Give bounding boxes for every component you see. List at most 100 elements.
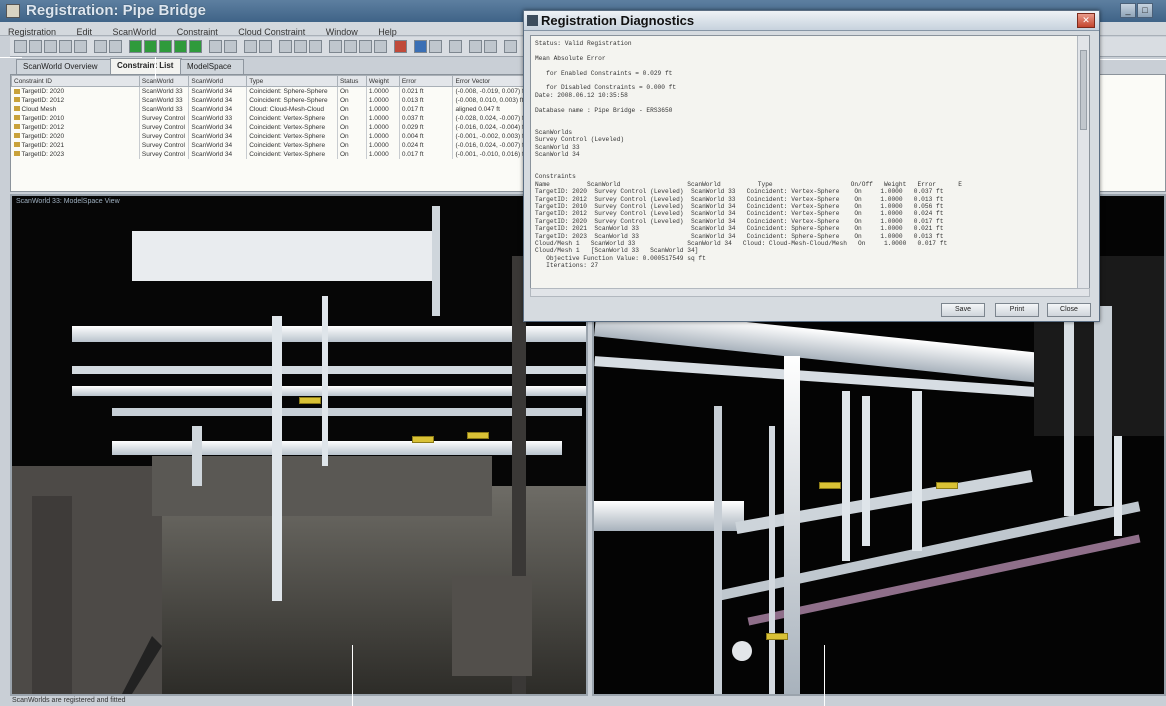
move-icon[interactable]: [374, 40, 387, 53]
rotate-icon[interactable]: [294, 40, 307, 53]
table-cell: On: [337, 140, 367, 150]
green-layer-icon[interactable]: [159, 40, 172, 53]
tab-constraint-list[interactable]: Constraint List: [110, 58, 182, 74]
measure-icon[interactable]: [469, 40, 482, 53]
callout-line: [0, 57, 22, 58]
window-title: Registration: Pipe Bridge: [26, 2, 207, 19]
column-header[interactable]: Status: [336, 75, 367, 87]
table-cell: 0.037 ft: [399, 113, 454, 123]
column-header[interactable]: Type: [246, 75, 338, 87]
close-button[interactable]: Close: [1047, 303, 1091, 317]
column-header[interactable]: Constraint ID: [11, 75, 140, 87]
select-icon[interactable]: [344, 40, 357, 53]
refresh-icon[interactable]: [29, 40, 42, 53]
rotate-icon[interactable]: [279, 40, 292, 53]
table-row[interactable]: TargetID: 2020 ScanWorld 33 ScanWorld 34 Co…: [11, 86, 531, 96]
tab-scanworld-overview[interactable]: ScanWorld Overview: [16, 59, 112, 74]
register-icon[interactable]: [94, 40, 107, 53]
column-header[interactable]: ScanWorld: [138, 75, 190, 87]
add-icon[interactable]: [14, 40, 27, 53]
left-point-cloud-viewport[interactable]: ScanWorld 33: ModelSpace View: [10, 194, 588, 696]
horizontal-scrollbar[interactable]: [530, 288, 1090, 297]
table-cell: Survey Control: [139, 140, 190, 150]
table-cell: 1.0000: [366, 140, 400, 150]
table-cell: ScanWorld 33: [188, 113, 248, 123]
delete-icon[interactable]: [74, 40, 87, 53]
target-icon[interactable]: [429, 40, 442, 53]
table-cell: TargetID: 2021: [11, 140, 140, 150]
green-layer-icon[interactable]: [174, 40, 187, 53]
column-header[interactable]: Error Vector: [452, 75, 531, 87]
target-tag[interactable]: [467, 432, 489, 439]
green-layer-icon[interactable]: [144, 40, 157, 53]
close-icon[interactable]: [484, 40, 497, 53]
column-header[interactable]: Weight: [365, 75, 400, 87]
pan-icon[interactable]: [259, 40, 272, 53]
table-cell: TargetID: 2012: [11, 95, 140, 105]
green-layer-icon[interactable]: [129, 40, 142, 53]
table-cell: On: [337, 131, 367, 141]
save-button[interactable]: Save: [941, 303, 985, 317]
table-cell: On: [337, 149, 367, 159]
table-cell: ScanWorld 34: [188, 149, 248, 159]
rotate-icon[interactable]: [309, 40, 322, 53]
table-row[interactable]: TargetID: 2012 Survey Control ScanWorld 34…: [11, 122, 531, 132]
table-row[interactable]: TargetID: 2012 ScanWorld 33 ScanWorld 34 Co…: [11, 95, 531, 105]
select-icon[interactable]: [359, 40, 372, 53]
table-cell: ScanWorld 33: [139, 95, 190, 105]
table-cell: Survey Control: [139, 131, 190, 141]
table-row[interactable]: TargetID: 2020 Survey Control ScanWorld 34…: [11, 131, 531, 141]
table-cell: On: [337, 95, 367, 105]
column-header[interactable]: Error: [398, 75, 454, 87]
table-cell: Coincident: Vertex-Sphere: [246, 131, 338, 141]
table-cell: (-0.016, 0.024, -0.007) ft: [452, 140, 531, 150]
print-button[interactable]: Print: [995, 303, 1039, 317]
green-layer-icon[interactable]: [189, 40, 202, 53]
tab-modelspace[interactable]: ModelSpace: [180, 59, 244, 74]
table-cell: ScanWorld 34: [188, 104, 248, 114]
dialog-title-bar[interactable]: Registration Diagnostics ✕: [524, 11, 1099, 31]
cloud-icon[interactable]: [414, 40, 427, 53]
table-cell: ScanWorld 33: [139, 86, 190, 96]
table-row[interactable]: TargetID: 2023 Survey Control ScanWorld 34…: [11, 149, 531, 159]
dialog-close-icon[interactable]: ✕: [1077, 13, 1095, 28]
table-row[interactable]: Cloud Mesh ScanWorld 33 ScanWorld 34 Cloud:…: [11, 104, 531, 114]
settings-icon[interactable]: [504, 40, 517, 53]
maximize-button[interactable]: □: [1137, 3, 1153, 18]
table-cell: 1.0000: [366, 149, 400, 159]
table-cell: Cloud Mesh: [11, 104, 140, 114]
dialog-title: Registration Diagnostics: [541, 13, 695, 28]
target-tag[interactable]: [412, 436, 434, 443]
diagnostics-text: Status: Valid Registration Mean Absolute…: [535, 40, 963, 270]
table-cell: On: [337, 104, 367, 114]
column-header[interactable]: ScanWorld: [188, 75, 248, 87]
table-cell: ScanWorld 34: [188, 122, 248, 132]
table-cell: 1.0000: [366, 122, 400, 132]
scrollbar-thumb[interactable]: [1080, 50, 1087, 130]
apply-icon[interactable]: [109, 40, 122, 53]
table-cell: 1.0000: [366, 86, 400, 96]
target-tag[interactable]: [819, 482, 841, 489]
unlink-icon[interactable]: [59, 40, 72, 53]
table-cell: Cloud: Cloud-Mesh-Cloud: [246, 104, 338, 114]
table-cell: 1.0000: [366, 95, 400, 105]
vertical-scrollbar[interactable]: [1077, 36, 1089, 296]
target-tag[interactable]: [766, 633, 788, 640]
fit-icon[interactable]: [449, 40, 462, 53]
redo-icon[interactable]: [224, 40, 237, 53]
target-tag[interactable]: [299, 397, 321, 404]
diagnostics-report[interactable]: Status: Valid Registration Mean Absolute…: [530, 35, 1090, 297]
table-cell: Survey Control: [139, 113, 190, 123]
table-cell: ScanWorld 34: [188, 140, 248, 150]
minimize-button[interactable]: _: [1120, 3, 1136, 18]
stop-icon[interactable]: [394, 40, 407, 53]
zoom-icon[interactable]: [244, 40, 257, 53]
select-icon[interactable]: [329, 40, 342, 53]
table-header-row: Constraint ID ScanWorld ScanWorld Type S…: [11, 75, 531, 87]
undo-icon[interactable]: [209, 40, 222, 53]
table-row[interactable]: TargetID: 2010 Survey Control ScanWorld 33…: [11, 113, 531, 123]
table-row[interactable]: TargetID: 2021 Survey Control ScanWorld 34…: [11, 140, 531, 150]
table-cell: ScanWorld 34: [188, 95, 248, 105]
target-tag[interactable]: [936, 482, 958, 489]
link-icon[interactable]: [44, 40, 57, 53]
